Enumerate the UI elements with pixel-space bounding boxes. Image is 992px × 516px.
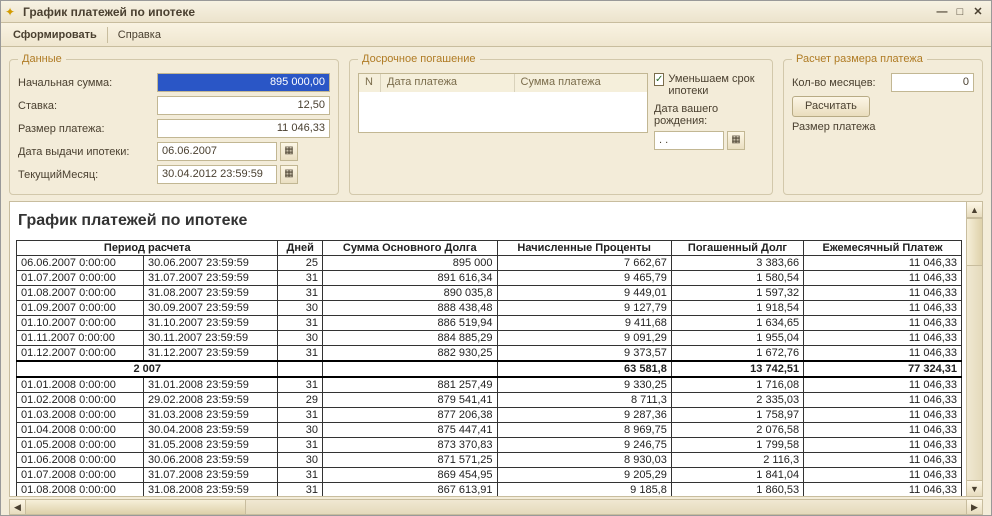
early-legend: Досрочное погашение: [358, 53, 480, 65]
initial-sum-label: Начальная сумма:: [18, 77, 153, 89]
rate-input[interactable]: 12,50: [157, 96, 330, 115]
calc-legend: Расчет размера платежа: [792, 53, 927, 65]
payment-label: Размер платежа:: [18, 123, 153, 135]
result-label: Размер платежа: [792, 121, 876, 133]
col-period: Период расчета: [17, 241, 278, 256]
table-row[interactable]: 01.04.2008 0:00:0030.04.2008 23:59:59308…: [17, 423, 962, 438]
table-row[interactable]: 01.01.2008 0:00:0031.01.2008 23:59:59318…: [17, 377, 962, 393]
table-row[interactable]: 01.06.2008 0:00:0030.06.2008 23:59:59308…: [17, 453, 962, 468]
panels-row: Данные Начальная сумма: 895 000,00 Ставк…: [1, 47, 991, 201]
report-table: Период расчета Дней Сумма Основного Долг…: [16, 240, 962, 496]
early-col-date: Дата платежа: [381, 74, 515, 92]
app-icon: ✦: [5, 5, 19, 19]
col-principal: Сумма Основного Долга: [322, 241, 497, 256]
report-content[interactable]: График платежей по ипотеке Период расчет…: [10, 202, 966, 496]
table-row[interactable]: 01.05.2008 0:00:0031.05.2008 23:59:59318…: [17, 438, 962, 453]
table-row[interactable]: 01.11.2007 0:00:0030.11.2007 23:59:59308…: [17, 331, 962, 346]
issue-date-picker[interactable]: ▦: [280, 142, 298, 161]
report-area: График платежей по ипотеке Период расчет…: [9, 201, 983, 497]
early-fieldset: Досрочное погашение N Дата платежа Сумма…: [349, 53, 773, 195]
table-total-row: 2 00763 581,813 742,5177 324,31: [17, 361, 962, 377]
col-interest: Начисленные Проценты: [497, 241, 671, 256]
payment-input[interactable]: 11 046,33: [157, 119, 330, 138]
scroll-down-icon[interactable]: ▼: [967, 480, 982, 496]
reduce-term-label: Уменьшаем срок ипотеки: [668, 73, 764, 97]
scroll-up-icon[interactable]: ▲: [967, 202, 982, 218]
table-row[interactable]: 01.09.2007 0:00:0030.09.2007 23:59:59308…: [17, 301, 962, 316]
vertical-scrollbar[interactable]: ▲ ▼: [966, 202, 982, 496]
table-row[interactable]: 01.12.2007 0:00:0031.12.2007 23:59:59318…: [17, 346, 962, 362]
checkbox-icon: ✓: [654, 73, 664, 86]
app-window: ✦ График платежей по ипотеке — □ ✕ Сформ…: [0, 0, 992, 516]
titlebar: ✦ График платежей по ипотеке — □ ✕: [1, 1, 991, 23]
col-days: Дней: [278, 241, 322, 256]
hscroll-thumb[interactable]: [26, 500, 246, 514]
initial-sum-input[interactable]: 895 000,00: [157, 73, 330, 92]
issue-date-input[interactable]: 06.06.2007: [157, 142, 277, 161]
early-col-sum: Сумма платежа: [515, 74, 648, 92]
table-row[interactable]: 01.08.2007 0:00:0031.08.2007 23:59:59318…: [17, 286, 962, 301]
toolbar: Сформировать Справка: [1, 23, 991, 47]
calc-fieldset: Расчет размера платежа Кол-во месяцев: 0…: [783, 53, 983, 195]
calc-button[interactable]: Расчитать: [792, 96, 870, 117]
reduce-term-checkbox[interactable]: ✓ Уменьшаем срок ипотеки: [654, 73, 764, 97]
issue-date-label: Дата выдачи ипотеки:: [18, 146, 153, 158]
birth-input[interactable]: . .: [654, 131, 724, 150]
help-button[interactable]: Справка: [112, 27, 167, 43]
birth-date-picker[interactable]: ▦: [727, 131, 745, 150]
table-row[interactable]: 01.10.2007 0:00:0031.10.2007 23:59:59318…: [17, 316, 962, 331]
table-row[interactable]: 01.08.2008 0:00:0031.08.2008 23:59:59318…: [17, 483, 962, 497]
maximize-button[interactable]: □: [951, 6, 969, 18]
data-fieldset: Данные Начальная сумма: 895 000,00 Ставк…: [9, 53, 339, 195]
table-row[interactable]: 01.03.2008 0:00:0031.03.2008 23:59:59318…: [17, 408, 962, 423]
scroll-left-icon[interactable]: ◀: [10, 500, 26, 514]
current-month-picker[interactable]: ▦: [280, 165, 298, 184]
scroll-right-icon[interactable]: ▶: [966, 500, 982, 514]
toolbar-separator: [107, 27, 108, 43]
report-title: График платежей по ипотеке: [18, 212, 962, 230]
rate-label: Ставка:: [18, 100, 153, 112]
table-row[interactable]: 01.07.2007 0:00:0031.07.2007 23:59:59318…: [17, 271, 962, 286]
scroll-thumb[interactable]: [967, 218, 982, 266]
early-right: ✓ Уменьшаем срок ипотеки Дата вашего рож…: [654, 73, 764, 154]
current-month-label: ТекущийМесяц:: [18, 169, 153, 181]
minimize-button[interactable]: —: [933, 6, 951, 18]
months-input[interactable]: 0: [891, 73, 974, 92]
early-grid[interactable]: N Дата платежа Сумма платежа: [358, 73, 648, 133]
window-title: График платежей по ипотеке: [23, 5, 933, 19]
col-monthly: Ежемесячный Платеж: [804, 241, 962, 256]
close-button[interactable]: ✕: [969, 5, 987, 18]
table-row[interactable]: 06.06.2007 0:00:0030.06.2007 23:59:59258…: [17, 256, 962, 271]
table-row[interactable]: 01.02.2008 0:00:0029.02.2008 23:59:59298…: [17, 393, 962, 408]
data-legend: Данные: [18, 53, 66, 65]
current-month-input[interactable]: 30.04.2012 23:59:59: [157, 165, 277, 184]
horizontal-scrollbar[interactable]: ◀ ▶: [9, 499, 983, 515]
months-label: Кол-во месяцев:: [792, 77, 887, 89]
early-col-n: N: [359, 74, 381, 92]
birth-label: Дата вашего рождения:: [654, 103, 764, 127]
table-row[interactable]: 01.07.2008 0:00:0031.07.2008 23:59:59318…: [17, 468, 962, 483]
generate-button[interactable]: Сформировать: [7, 27, 103, 43]
col-repaid: Погашенный Долг: [671, 241, 803, 256]
